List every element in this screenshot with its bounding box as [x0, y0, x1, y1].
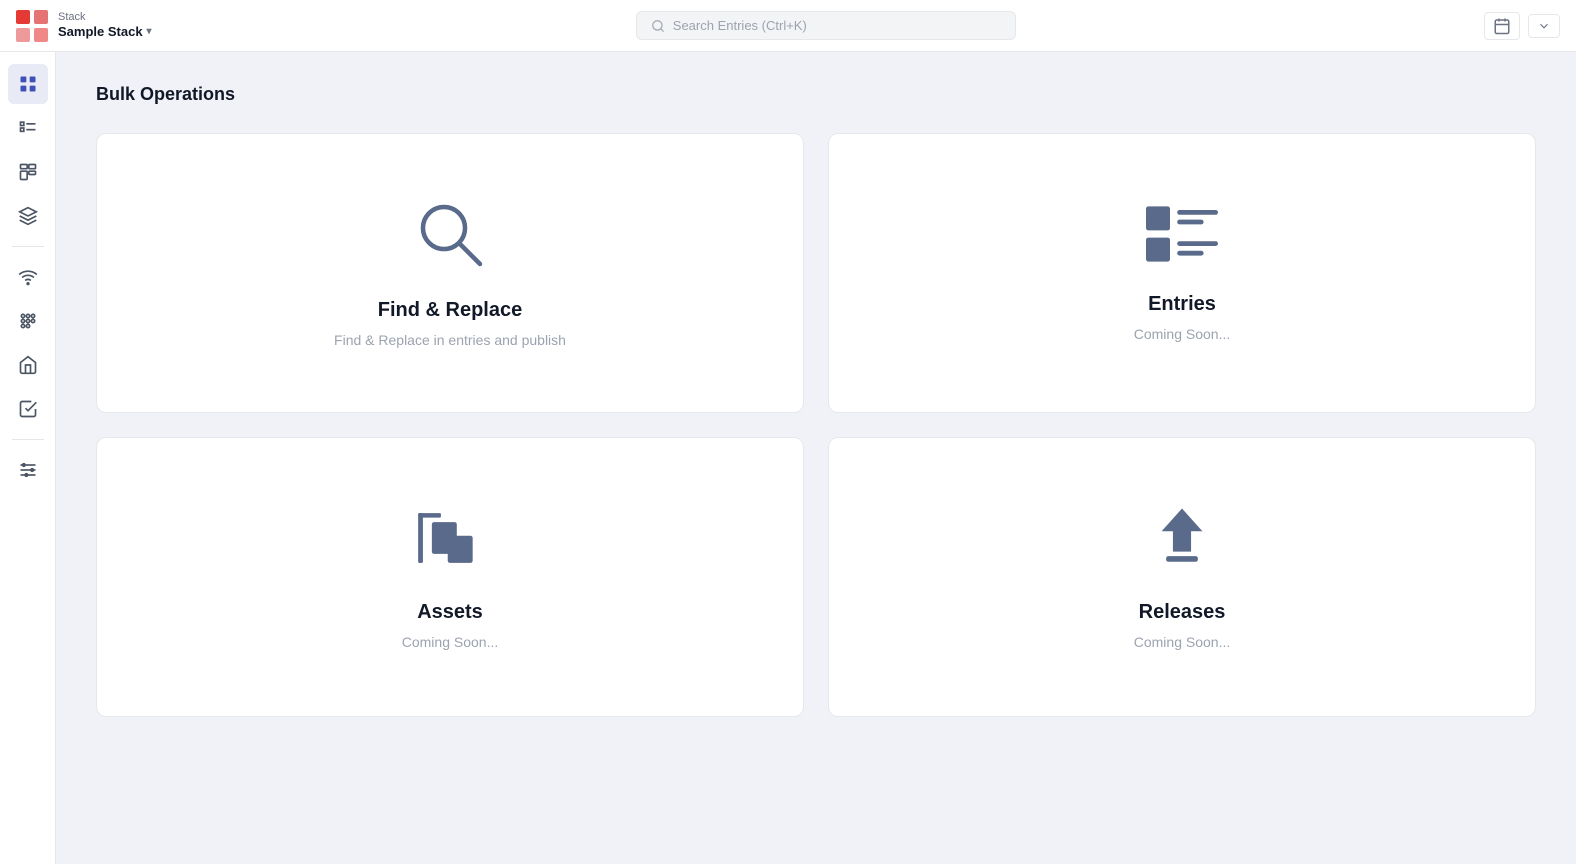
sidebar-item-settings[interactable]	[8, 450, 48, 490]
app-header: Stack Sample Stack ▾ Search Entries (Ctr…	[0, 0, 1576, 52]
app-logo	[16, 10, 48, 42]
tasks-icon	[18, 399, 38, 419]
calendar-button[interactable]	[1484, 12, 1520, 40]
sidebar-item-wifi[interactable]	[8, 257, 48, 297]
wifi-icon	[18, 267, 38, 287]
sidebar-divider-2	[12, 439, 44, 440]
apps-icon	[18, 311, 38, 331]
releases-title: Releases	[1139, 601, 1226, 624]
entries-card[interactable]: Entries Coming Soon...	[828, 133, 1536, 413]
releases-card[interactable]: Releases Coming Soon...	[828, 437, 1536, 717]
sidebar-item-home[interactable]	[8, 345, 48, 385]
sidebar-item-dashboard[interactable]	[8, 64, 48, 104]
assets-subtitle: Coming Soon...	[402, 634, 499, 650]
card-grid: Find & Replace Find & Replace in entries…	[96, 133, 1536, 717]
sidebar-item-widgets[interactable]	[8, 152, 48, 192]
chevron-down-icon: ▾	[147, 26, 152, 38]
releases-icon	[1148, 504, 1216, 577]
sidebar	[0, 52, 56, 864]
page-title: Bulk Operations	[96, 84, 1536, 105]
find-replace-subtitle: Find & Replace in entries and publish	[334, 332, 566, 348]
search-bar[interactable]: Search Entries (Ctrl+K)	[636, 11, 1016, 40]
main-content: Bulk Operations Find & Replace Find & Re…	[56, 52, 1576, 864]
logo-area: Stack Sample Stack ▾	[16, 10, 152, 42]
calendar-icon	[1493, 17, 1511, 35]
search-area: Search Entries (Ctrl+K)	[168, 11, 1484, 40]
sidebar-item-tasks[interactable]	[8, 389, 48, 429]
find-replace-card[interactable]: Find & Replace Find & Replace in entries…	[96, 133, 804, 413]
layers-icon	[18, 206, 38, 226]
entries-icon	[1146, 204, 1218, 269]
entries-title: Entries	[1148, 293, 1216, 316]
assets-title: Assets	[417, 601, 483, 624]
more-options-button[interactable]	[1528, 14, 1560, 38]
app-body: Bulk Operations Find & Replace Find & Re…	[0, 52, 1576, 864]
sidebar-item-list[interactable]	[8, 108, 48, 148]
chevron-down-icon	[1537, 19, 1551, 33]
header-actions	[1484, 12, 1560, 40]
find-replace-title: Find & Replace	[378, 299, 522, 322]
list-icon	[18, 118, 38, 138]
grid-icon	[18, 74, 38, 94]
assets-icon	[416, 504, 484, 577]
releases-subtitle: Coming Soon...	[1134, 634, 1231, 650]
home-icon	[18, 355, 38, 375]
sidebar-item-layers[interactable]	[8, 196, 48, 236]
sidebar-divider-1	[12, 246, 44, 247]
sidebar-item-apps[interactable]	[8, 301, 48, 341]
find-replace-icon	[414, 198, 486, 275]
widgets-icon	[18, 162, 38, 182]
search-placeholder-text: Search Entries (Ctrl+K)	[673, 18, 807, 33]
search-icon	[651, 19, 665, 33]
entries-subtitle: Coming Soon...	[1134, 326, 1231, 342]
stack-name-row[interactable]: Sample Stack ▾	[58, 24, 152, 40]
stack-info: Stack Sample Stack ▾	[58, 11, 152, 40]
stack-label: Stack	[58, 11, 152, 24]
settings-icon	[18, 460, 38, 480]
stack-name-text: Sample Stack	[58, 24, 143, 40]
assets-card[interactable]: Assets Coming Soon...	[96, 437, 804, 717]
